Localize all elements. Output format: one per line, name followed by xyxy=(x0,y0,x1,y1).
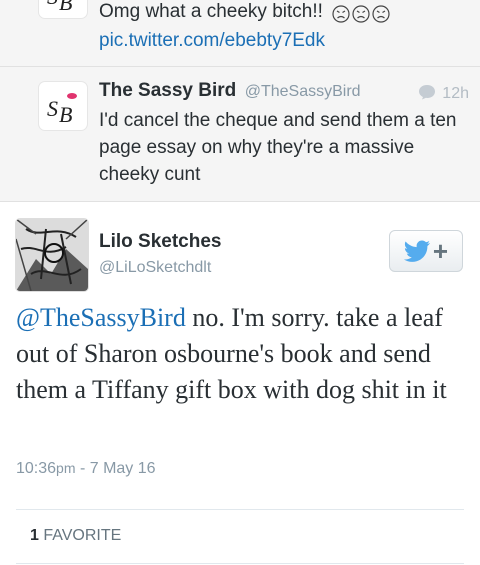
conversation-thread: S B Omg what a cheeky bitch!! xyxy=(0,0,480,202)
author-name[interactable]: The Sassy Bird xyxy=(99,80,236,101)
avatar[interactable]: S B xyxy=(39,0,87,18)
author-name[interactable]: Lilo Sketches xyxy=(99,231,222,253)
sassy-bird-logo-icon: S B xyxy=(47,0,72,15)
tweet-header: Lilo Sketches @LiLoSketchdlt + xyxy=(16,219,466,293)
media-link[interactable]: pic.twitter.com/ebebty7Edk xyxy=(99,27,466,54)
reply-text: I'd cancel the cheque and send them a te… xyxy=(99,110,457,185)
svg-text:B: B xyxy=(59,0,72,15)
svg-text:S: S xyxy=(47,96,58,121)
follow-button[interactable]: + xyxy=(389,230,463,272)
reply-header: The Sassy Bird @TheSassyBird 12h xyxy=(99,80,469,106)
emoji-group xyxy=(332,0,392,27)
tired-face-emoji xyxy=(332,5,350,23)
sketch-avatar-icon xyxy=(16,219,88,291)
tired-face-emoji xyxy=(372,5,390,23)
mention-link[interactable]: @TheSassyBird xyxy=(16,303,186,332)
reply-text: Omg what a cheeky bitch!! pic.twitter.co… xyxy=(99,0,466,54)
avatar[interactable]: S B xyxy=(39,82,87,130)
svg-text:S: S xyxy=(47,0,58,9)
svg-text:B: B xyxy=(59,102,72,127)
tweet-timestamp[interactable]: 10:36pm - 7 May 16 xyxy=(16,460,156,478)
author-handle[interactable]: @TheSassyBird xyxy=(245,83,361,100)
thread-reply[interactable]: S B Omg what a cheeky bitch!! xyxy=(0,0,480,67)
tired-face-emoji xyxy=(352,5,370,23)
twitter-bird-icon xyxy=(403,240,430,262)
sassy-bird-logo-icon: S B xyxy=(47,93,77,127)
tweet-text: @TheSassyBird no. I'm sorry. take a leaf… xyxy=(16,303,447,404)
avatar[interactable] xyxy=(16,219,88,291)
speech-bubble-icon xyxy=(419,85,436,100)
author-handle[interactable]: @LiLoSketchdlt xyxy=(99,259,211,277)
divider xyxy=(16,563,464,564)
thread-reply[interactable]: S B The Sassy Bird @TheSassyBird 12h I'd… xyxy=(0,67,480,201)
favorite-stats[interactable]: 1 FAVORITE xyxy=(30,527,121,545)
reply-timestamp: 12h xyxy=(418,84,469,103)
plus-icon: + xyxy=(432,236,449,266)
divider xyxy=(16,509,464,510)
